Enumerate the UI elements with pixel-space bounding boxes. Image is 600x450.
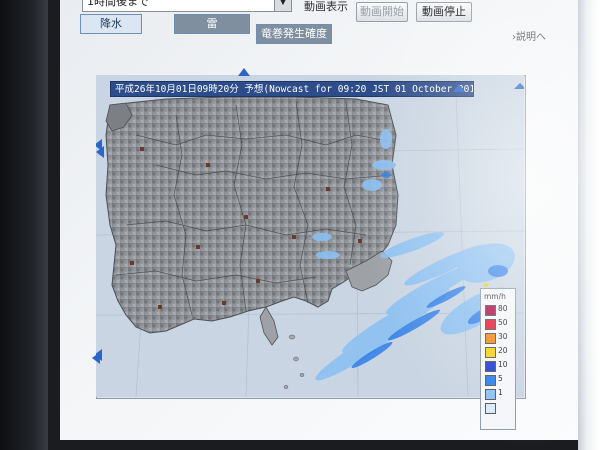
legend-item: 1 bbox=[485, 388, 513, 400]
screen: 1時間後まで ▼ 動画表示 動画開始 動画停止 ›説明へ 降水 雷 竜巻発生確度 bbox=[60, 0, 582, 440]
legend-swatch bbox=[485, 333, 496, 344]
pan-up-arrow-icon[interactable] bbox=[238, 68, 250, 76]
legend-swatch bbox=[485, 361, 496, 372]
monitor-bezel-right bbox=[578, 0, 600, 450]
legend-value: 20 bbox=[498, 346, 508, 355]
legend-unit: mm/h bbox=[484, 292, 506, 301]
tab-tornado[interactable]: 竜巻発生確度 bbox=[256, 24, 332, 44]
tab-precipitation[interactable]: 降水 bbox=[80, 14, 142, 34]
animation-label: 動画表示 bbox=[304, 0, 348, 13]
legend-item bbox=[485, 403, 513, 414]
legend-swatch bbox=[485, 403, 496, 414]
forecast-range-select[interactable]: 1時間後まで ▼ bbox=[82, 0, 292, 12]
legend-item: 50 bbox=[485, 318, 513, 330]
legend-value: 1 bbox=[498, 388, 503, 397]
play-animation-button[interactable]: 動画開始 bbox=[356, 2, 408, 22]
legend-value: 10 bbox=[498, 360, 508, 369]
legend-value: 30 bbox=[498, 332, 508, 341]
chevron-down-icon[interactable]: ▼ bbox=[274, 0, 291, 11]
legend-swatch bbox=[485, 347, 496, 358]
pan-left-arrow-icon[interactable] bbox=[96, 146, 104, 158]
pan-left-lower-arrow-icon[interactable] bbox=[92, 352, 100, 364]
legend-value: 5 bbox=[498, 374, 503, 383]
help-link[interactable]: ›説明へ bbox=[512, 28, 546, 43]
legend-item: 80 bbox=[485, 304, 513, 316]
legend-value: 50 bbox=[498, 318, 508, 327]
pan-up-right-arrow-icon[interactable] bbox=[453, 84, 465, 92]
map-title: 平成26年10月01日09時20分 予想(Nowcast for 09:20 J… bbox=[110, 81, 474, 97]
tab-lightning[interactable]: 雷 bbox=[174, 14, 250, 34]
forecast-range-value: 1時間後まで bbox=[87, 0, 149, 8]
legend-item: 5 bbox=[485, 374, 513, 386]
legend-value: 80 bbox=[498, 304, 508, 313]
monitor-bezel-left bbox=[0, 0, 48, 450]
legend-swatch bbox=[485, 319, 496, 330]
legend-swatch bbox=[485, 375, 496, 386]
legend-item: 10 bbox=[485, 360, 513, 372]
legend-swatch bbox=[485, 305, 496, 316]
nowcast-map[interactable] bbox=[96, 75, 524, 397]
legend-swatch bbox=[485, 389, 496, 400]
precipitation-legend: mm/h 80 50 30 20 10 5 1 bbox=[480, 288, 516, 430]
legend-item: 30 bbox=[485, 332, 513, 344]
stop-animation-button[interactable]: 動画停止 bbox=[416, 2, 472, 22]
legend-item: 20 bbox=[485, 346, 513, 358]
